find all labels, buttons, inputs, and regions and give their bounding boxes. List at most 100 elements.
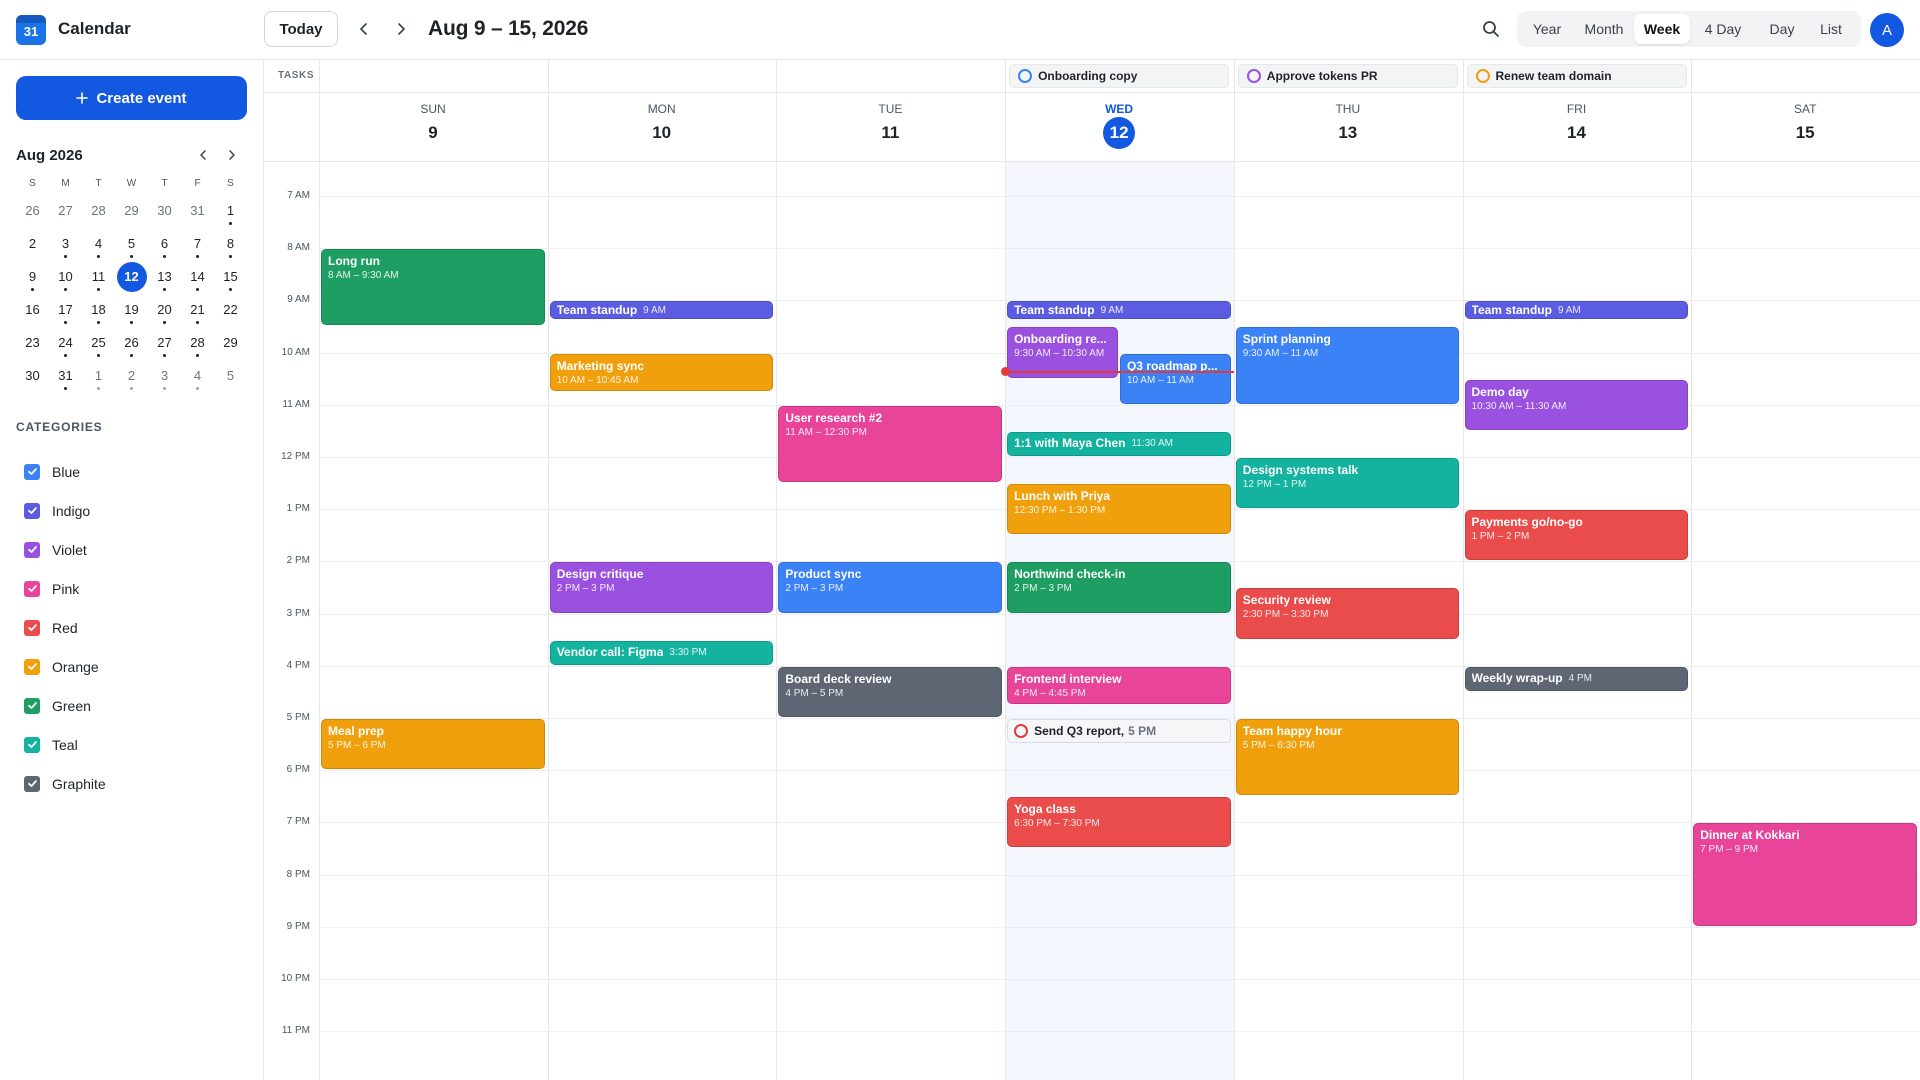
task-circle-icon[interactable] xyxy=(1018,69,1033,83)
mini-day[interactable]: 14 xyxy=(181,260,214,293)
all-day-task[interactable]: Renew team domain xyxy=(1466,64,1687,88)
mini-day[interactable]: 4 xyxy=(181,359,214,392)
mini-day[interactable]: 2 xyxy=(115,359,148,392)
mini-day[interactable]: 1 xyxy=(214,194,247,227)
mini-day[interactable]: 3 xyxy=(148,359,181,392)
calendar-event[interactable]: Lunch with Priya 12:30 PM – 1:30 PM xyxy=(1007,484,1231,535)
mini-day[interactable]: 24 xyxy=(49,326,82,359)
checkbox-checked-icon[interactable] xyxy=(24,541,40,558)
category-green[interactable]: Green xyxy=(24,686,106,725)
all-day-task[interactable]: Onboarding copy xyxy=(1009,64,1230,88)
category-red[interactable]: Red xyxy=(24,608,106,647)
calendar-event[interactable]: Team standup 9 AM xyxy=(1464,301,1689,320)
calendar-event[interactable]: Product sync 2 PM – 3 PM xyxy=(778,562,1003,613)
mini-day[interactable]: 9 xyxy=(16,260,49,293)
next-week-button[interactable] xyxy=(388,16,414,42)
checkbox-checked-icon[interactable] xyxy=(24,619,40,636)
calendar-event[interactable]: Demo day 10:30 AM – 11:30 AM xyxy=(1464,379,1689,430)
mini-day[interactable]: 22 xyxy=(214,293,247,326)
mini-day[interactable]: 17 xyxy=(49,293,82,326)
mini-day[interactable]: 5 xyxy=(115,227,148,260)
mini-day[interactable]: 25 xyxy=(82,326,115,359)
search-button[interactable] xyxy=(1478,16,1504,42)
mini-day[interactable]: 30 xyxy=(148,194,181,227)
mini-day[interactable]: 11 xyxy=(82,260,115,293)
calendar-event[interactable]: Team happy hour 5 PM – 6:30 PM xyxy=(1235,718,1460,796)
mini-next-month-button[interactable] xyxy=(222,145,242,165)
mini-day[interactable]: 20 xyxy=(148,293,181,326)
mini-day[interactable]: 1 xyxy=(82,359,115,392)
checkbox-checked-icon[interactable] xyxy=(24,580,40,597)
mini-day[interactable]: 29 xyxy=(115,194,148,227)
mini-day[interactable]: 29 xyxy=(214,326,247,359)
mini-day[interactable]: 16 xyxy=(16,293,49,326)
category-blue[interactable]: Blue xyxy=(24,452,106,491)
mini-day[interactable]: 26 xyxy=(16,194,49,227)
checkbox-checked-icon[interactable] xyxy=(24,463,40,480)
checkbox-checked-icon[interactable] xyxy=(24,736,40,753)
timed-task[interactable]: Send Q3 report, 5 PM xyxy=(1007,718,1231,743)
user-avatar[interactable]: A xyxy=(1870,13,1904,47)
view-4-day-button[interactable]: 4 Day xyxy=(1690,14,1756,44)
day-header-number[interactable]: 14 xyxy=(1463,123,1691,143)
calendar-event[interactable]: Yoga class 6:30 PM – 7:30 PM xyxy=(1007,797,1231,848)
mini-day[interactable]: 26 xyxy=(115,326,148,359)
view-year-button[interactable]: Year xyxy=(1520,14,1574,44)
mini-day-today[interactable]: 12 xyxy=(115,260,148,293)
mini-day[interactable]: 19 xyxy=(115,293,148,326)
mini-day[interactable]: 30 xyxy=(16,359,49,392)
mini-day[interactable]: 15 xyxy=(214,260,247,293)
mini-prev-month-button[interactable] xyxy=(193,145,213,165)
mini-day[interactable]: 21 xyxy=(181,293,214,326)
calendar-event[interactable]: Sprint planning 9:30 AM – 11 AM xyxy=(1235,327,1460,404)
calendar-event[interactable]: Marketing sync 10 AM – 10:45 AM xyxy=(549,353,774,391)
task-circle-icon[interactable] xyxy=(1246,69,1261,83)
checkbox-checked-icon[interactable] xyxy=(24,697,40,714)
checkbox-checked-icon[interactable] xyxy=(24,658,40,675)
mini-day[interactable]: 27 xyxy=(148,326,181,359)
checkbox-checked-icon[interactable] xyxy=(24,502,40,519)
calendar-event[interactable]: Q3 roadmap p... 10 AM – 11 AM xyxy=(1119,353,1231,404)
mini-day[interactable]: 23 xyxy=(16,326,49,359)
calendar-event[interactable]: Dinner at Kokkari 7 PM – 9 PM xyxy=(1693,823,1917,926)
category-violet[interactable]: Violet xyxy=(24,530,106,569)
mini-day[interactable]: 8 xyxy=(214,227,247,260)
calendar-event[interactable]: Long run 8 AM – 9:30 AM xyxy=(321,249,545,326)
mini-day[interactable]: 18 xyxy=(82,293,115,326)
calendar-event[interactable]: Security review 2:30 PM – 3:30 PM xyxy=(1235,588,1460,639)
category-indigo[interactable]: Indigo xyxy=(24,491,106,530)
mini-day[interactable]: 7 xyxy=(181,227,214,260)
task-circle-icon[interactable] xyxy=(1014,723,1029,738)
day-header-number[interactable]: 10 xyxy=(548,123,776,143)
day-header-number[interactable]: 13 xyxy=(1234,123,1462,143)
mini-day[interactable]: 6 xyxy=(148,227,181,260)
mini-day[interactable]: 2 xyxy=(16,227,49,260)
mini-day[interactable]: 13 xyxy=(148,260,181,293)
calendar-event[interactable]: Team standup 9 AM xyxy=(549,301,774,320)
day-header-number[interactable]: 11 xyxy=(776,123,1004,143)
time-grid[interactable]: 7 AM 8 AM 9 AM 10 AM 11 AM 12 PM 1 PM 2 PM 3 PM 4… xyxy=(264,162,1920,1080)
mini-day[interactable]: 31 xyxy=(181,194,214,227)
today-button[interactable]: Today xyxy=(264,11,338,47)
calendar-event[interactable]: Team standup 9 AM xyxy=(1007,301,1231,320)
calendar-event[interactable]: Design critique 2 PM – 3 PM xyxy=(549,562,774,613)
category-pink[interactable]: Pink xyxy=(24,569,106,608)
mini-day[interactable]: 5 xyxy=(214,359,247,392)
mini-day[interactable]: 31 xyxy=(49,359,82,392)
calendar-event[interactable]: Frontend interview 4 PM – 4:45 PM xyxy=(1007,666,1231,704)
task-circle-icon[interactable] xyxy=(1475,69,1490,83)
mini-day[interactable]: 28 xyxy=(82,194,115,227)
calendar-event[interactable]: Payments go/no-go 1 PM – 2 PM xyxy=(1464,510,1689,561)
calendar-event[interactable]: Board deck review 4 PM – 5 PM xyxy=(778,666,1003,717)
category-graphite[interactable]: Graphite xyxy=(24,764,106,803)
create-event-button[interactable]: Create event xyxy=(16,76,247,120)
category-teal[interactable]: Teal xyxy=(24,725,106,764)
view-week-button[interactable]: Week xyxy=(1634,14,1690,44)
calendar-event[interactable]: Northwind check-in 2 PM – 3 PM xyxy=(1007,562,1231,613)
day-header-number[interactable]: 9 xyxy=(319,123,547,143)
category-orange[interactable]: Orange xyxy=(24,647,106,686)
calendar-event[interactable]: 1:1 with Maya Chen 11:30 AM xyxy=(1007,431,1231,456)
calendar-event[interactable]: User research #2 11 AM – 12:30 PM xyxy=(778,405,1003,483)
mini-day[interactable]: 3 xyxy=(49,227,82,260)
day-header-number[interactable]: 15 xyxy=(1691,123,1919,143)
